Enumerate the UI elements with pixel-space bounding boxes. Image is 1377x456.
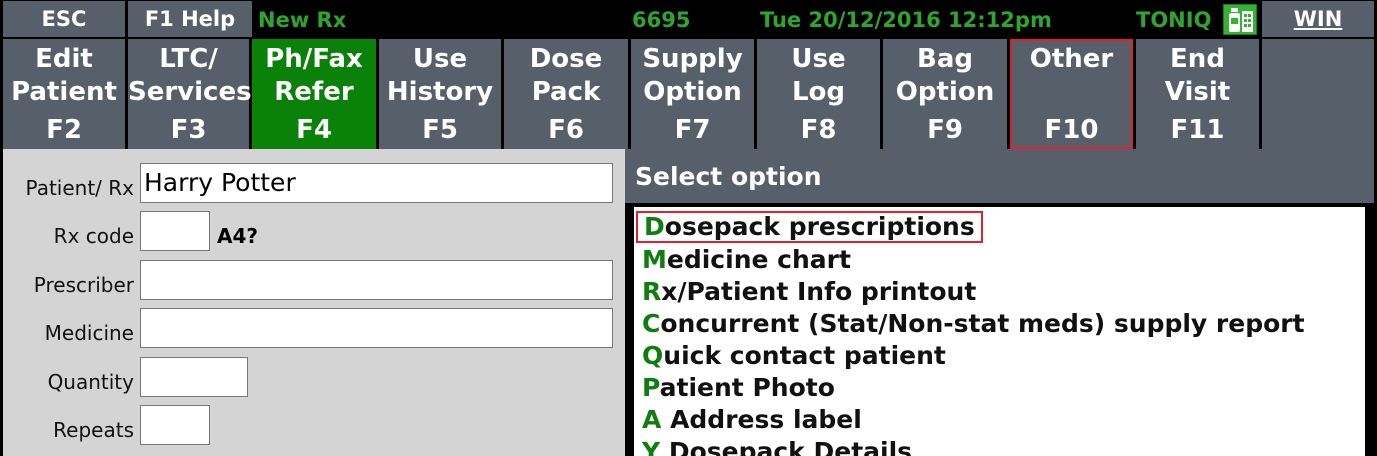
rxcode-flag: A4? (217, 224, 258, 248)
fkey-key: F4 (296, 115, 332, 145)
option-hotkey: Y (642, 437, 661, 456)
fkey-label: End Visit (1164, 44, 1231, 107)
medicine-input[interactable] (140, 308, 613, 348)
fkey-key: F7 (674, 115, 711, 145)
rxcode-input[interactable] (140, 211, 210, 251)
fkey-label: Bag Option (895, 44, 995, 107)
fkey-label: Edit Patient (11, 44, 117, 107)
option-quick-contact-patient[interactable]: Quick contact patient (636, 340, 952, 372)
fkey-label: Ph/Fax Refer (265, 44, 363, 107)
options-panel: Select option Dosepack prescriptions Med… (625, 149, 1377, 456)
fkey-label: Use Log (791, 44, 846, 107)
bag-option-button[interactable]: Bag Option F9 (883, 39, 1007, 149)
ltc-services-button[interactable]: LTC/ Services F3 (128, 39, 252, 149)
fkey-key: F8 (800, 115, 837, 145)
fkey-label: LTC/ Services (128, 44, 252, 107)
fkey-key: F3 (170, 115, 207, 145)
fkey-key: F11 (1170, 115, 1225, 145)
pharmacy-icon (1223, 4, 1257, 35)
prescriber-label: Prescriber (33, 273, 134, 297)
option-hotkey: M (642, 245, 667, 274)
option-text: oncurrent (Stat/Non-stat meds) supply re… (660, 309, 1305, 338)
fkey-label: Dose Pack (529, 44, 603, 107)
option-text: Address label (661, 405, 862, 434)
fkey-label: Other (1029, 44, 1114, 74)
fkey-key: F10 (1044, 115, 1099, 145)
patient-input[interactable]: Harry Potter (140, 163, 613, 203)
options-title: Select option (625, 149, 1374, 203)
option-hotkey: P (642, 373, 660, 402)
prescription-form: Patient/ Rx Harry Potter Rx code A4? Pre… (0, 149, 625, 456)
fkey-label: Use History (386, 44, 494, 107)
other-button[interactable]: Other F10 (1010, 39, 1133, 149)
medicine-label: Medicine (44, 321, 134, 345)
option-dosepack-prescriptions[interactable]: Dosepack prescriptions (636, 211, 983, 243)
options-list: Dosepack prescriptions Medicine chart Rx… (634, 207, 1365, 456)
ph-fax-refer-button[interactable]: Ph/Fax Refer F4 (252, 39, 376, 149)
mode-label: New Rx (258, 8, 347, 32)
option-hotkey: Q (642, 341, 664, 370)
option-patient-photo[interactable]: Patient Photo (636, 372, 841, 404)
patient-label: Patient/ Rx (25, 176, 134, 200)
prescriber-input[interactable] (140, 260, 613, 300)
rxcode-label: Rx code (53, 224, 134, 248)
repeats-label: Repeats (53, 418, 134, 442)
use-history-button[interactable]: Use History F5 (379, 39, 501, 149)
fkey-label: Supply Option (642, 44, 743, 107)
use-log-button[interactable]: Use Log F8 (757, 39, 880, 149)
option-hotkey: A (642, 405, 662, 434)
esc-button[interactable]: ESC (3, 1, 125, 37)
option-text: edicine chart (666, 245, 851, 274)
quantity-input[interactable] (140, 357, 248, 397)
option-text: atient Photo (659, 373, 835, 402)
dose-pack-button[interactable]: Dose Pack F6 (504, 39, 628, 149)
win-button[interactable]: WIN (1262, 1, 1374, 37)
option-medicine-chart[interactable]: Medicine chart (636, 244, 857, 276)
option-hotkey: R (642, 277, 662, 306)
option-text: x/Patient Info printout (661, 277, 977, 306)
function-key-bar: Edit Patient F2 LTC/ Services F3 Ph/Fax … (0, 38, 1377, 149)
end-visit-button[interactable]: End Visit F11 (1136, 39, 1259, 149)
fkey-filler (1262, 39, 1374, 149)
option-address-label[interactable]: A Address label (636, 404, 868, 436)
option-rx-patient-info-printout[interactable]: Rx/Patient Info printout (636, 276, 982, 308)
brand-label: TONIQ (1136, 8, 1212, 32)
datetime: Tue 20/12/2016 12:12pm (760, 8, 1052, 32)
option-text: Dosepack Details (660, 437, 913, 456)
option-dosepack-details[interactable]: Y Dosepack Details (636, 436, 918, 456)
option-hotkey: C (642, 309, 661, 338)
status-bar: ESC F1 Help New Rx 6695 Tue 20/12/2016 1… (0, 0, 1377, 38)
quantity-label: Quantity (47, 370, 134, 394)
edit-patient-button[interactable]: Edit Patient F2 (3, 39, 125, 149)
fkey-key: F5 (422, 115, 458, 145)
record-number: 6695 (632, 8, 691, 32)
option-concurrent-supply-report[interactable]: Concurrent (Stat/Non-stat meds) supply r… (636, 308, 1311, 340)
repeats-input[interactable] (140, 405, 210, 445)
option-hotkey: D (644, 212, 665, 241)
fkey-key: F2 (46, 115, 82, 145)
help-button[interactable]: F1 Help (128, 1, 252, 37)
fkey-key: F6 (548, 115, 584, 145)
option-text: uick contact patient (663, 341, 946, 370)
supply-option-button[interactable]: Supply Option F7 (631, 39, 754, 149)
option-text: osepack prescriptions (664, 212, 975, 241)
fkey-key: F9 (927, 115, 963, 145)
